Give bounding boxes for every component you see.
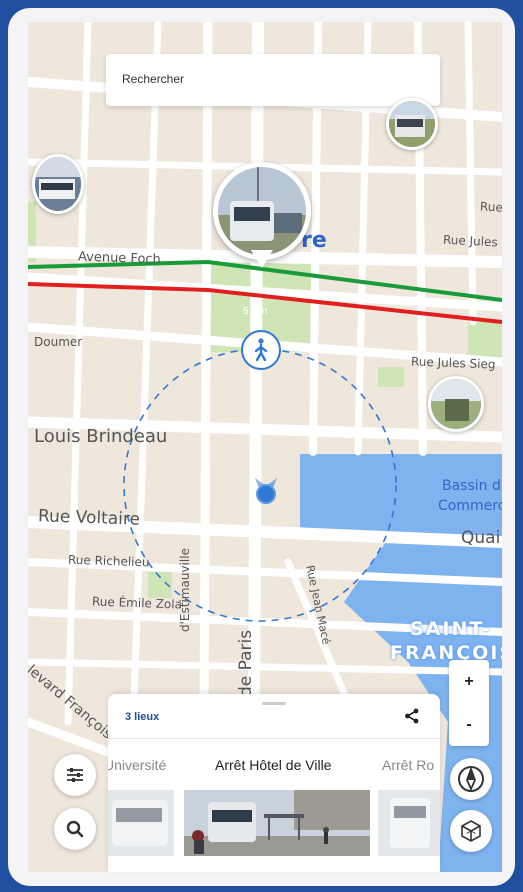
stop-title-current[interactable]: Arrêt Hôtel de Ville [215, 757, 331, 773]
photo-marker-right[interactable] [428, 376, 484, 432]
selected-stop-marker[interactable] [213, 162, 311, 268]
sliders-icon [67, 768, 83, 782]
marker-tail [251, 250, 273, 268]
search-bar[interactable] [106, 54, 440, 106]
search-input[interactable] [120, 71, 424, 87]
street-label-rue-jules-sieg: Rue Jules Sieg [410, 354, 496, 372]
search-map-button[interactable] [54, 808, 96, 850]
stop-photo-previous[interactable] [108, 790, 174, 856]
stop-photo-next[interactable] [378, 790, 440, 856]
street-label-rue: Rue [479, 199, 502, 215]
tram-photo-icon [378, 790, 440, 856]
view-3d-button[interactable] [450, 810, 492, 852]
street-label-doumer: Doumer [34, 335, 83, 349]
street-label-estimauville: d'Estimauville [178, 548, 192, 632]
zoom-in-button[interactable]: + [449, 660, 489, 703]
panel-divider [108, 738, 440, 739]
walk-time-label: 5 min [243, 306, 268, 317]
water-label-bassin: Bassin du [442, 478, 502, 494]
tram-photo-icon [35, 157, 81, 211]
street-label-rue-voltaire: Rue Voltaire [37, 506, 141, 530]
stop-title-next[interactable]: Arrêt Ro [382, 757, 434, 773]
zoom-control: + - [449, 660, 489, 746]
street-label-de-paris: de Paris [236, 629, 256, 697]
street-label-avenue-foch: Avenue Foch [77, 249, 162, 268]
panel-drag-handle[interactable] [262, 702, 286, 705]
tram-photo-icon [431, 379, 481, 429]
district-label-line1: SAINT- [410, 618, 492, 640]
tram-photo-icon [218, 167, 306, 255]
photo-marker-left[interactable] [32, 154, 84, 214]
tram-photo-icon [184, 790, 370, 856]
cube-3d-icon [461, 820, 481, 842]
street-label-rue-richelieu: Rue Richelieu [67, 552, 150, 570]
tram-photo-icon [389, 101, 435, 147]
filter-button[interactable] [54, 754, 96, 796]
walk-mode-button[interactable] [241, 330, 281, 370]
stop-photo-current[interactable] [184, 790, 370, 856]
street-label-louis-brindeau: Louis Brindeau [34, 426, 168, 447]
compass-icon [458, 766, 484, 792]
person-walking-icon [254, 338, 268, 362]
water-label-commerce: Commerce [438, 498, 502, 514]
stop-title-previous[interactable]: Université [108, 757, 166, 773]
share-icon[interactable] [404, 708, 420, 724]
stops-panel[interactable]: 3 lieux Université Arrêt Hôtel de Ville … [108, 694, 440, 872]
compass-button[interactable] [450, 758, 492, 800]
photo-marker-top-right[interactable] [386, 98, 438, 150]
current-location-icon [255, 478, 277, 504]
street-label-rue-jules: Rue Jules [442, 232, 499, 250]
tram-photo-icon [108, 790, 174, 856]
search-icon [66, 820, 84, 838]
zoom-out-button[interactable]: - [449, 703, 489, 746]
water-label-quai: Quai [461, 528, 501, 548]
places-count: 3 lieux [125, 711, 160, 723]
